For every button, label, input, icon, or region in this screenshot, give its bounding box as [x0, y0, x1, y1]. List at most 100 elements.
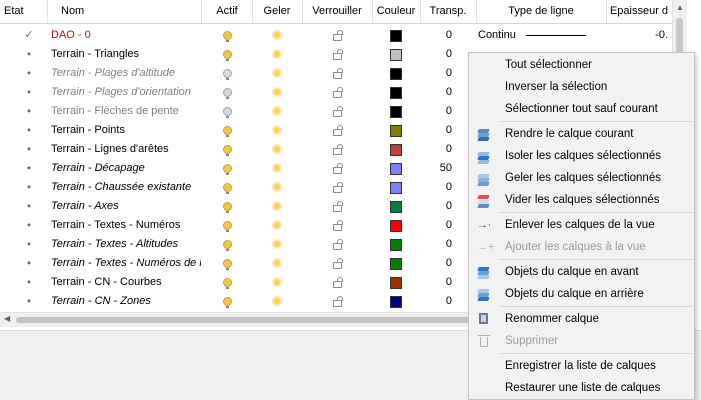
freeze-toggle[interactable] [252, 159, 302, 178]
active-toggle[interactable] [202, 140, 252, 159]
active-toggle[interactable] [202, 178, 252, 197]
color-cell[interactable] [372, 26, 420, 45]
active-toggle[interactable] [202, 83, 252, 102]
freeze-toggle[interactable] [252, 45, 302, 64]
freeze-toggle[interactable] [252, 235, 302, 254]
transparency-value[interactable]: 0 [420, 178, 470, 197]
freeze-toggle[interactable] [252, 216, 302, 235]
active-toggle[interactable] [202, 102, 252, 121]
menu-item-rename[interactable]: Renommer calque [469, 308, 694, 330]
layer-name[interactable]: Terrain - Flèches de pente [51, 102, 201, 121]
color-cell[interactable] [372, 292, 420, 311]
layer-name[interactable]: DAO - 0 [51, 26, 201, 45]
menu-item-bring-forward[interactable]: Objets du calque en avant [469, 261, 694, 283]
freeze-toggle[interactable] [252, 83, 302, 102]
active-toggle[interactable] [202, 254, 252, 273]
column-header-actif[interactable]: Actif [202, 0, 253, 23]
lock-toggle[interactable] [302, 292, 372, 311]
freeze-toggle[interactable] [252, 102, 302, 121]
scroll-up-arrow-icon[interactable]: ▲ [676, 3, 684, 12]
lock-toggle[interactable] [302, 178, 372, 197]
freeze-toggle[interactable] [252, 197, 302, 216]
lock-toggle[interactable] [302, 121, 372, 140]
menu-item-empty[interactable]: Vider les calques sélectionnés [469, 189, 694, 211]
column-header-transp[interactable]: Transp. [420, 0, 477, 23]
lock-toggle[interactable] [302, 254, 372, 273]
color-cell[interactable] [372, 45, 420, 64]
freeze-toggle[interactable] [252, 140, 302, 159]
transparency-value[interactable]: 0 [420, 292, 470, 311]
active-toggle[interactable] [202, 121, 252, 140]
active-toggle[interactable] [202, 197, 252, 216]
freeze-toggle[interactable] [252, 178, 302, 197]
layer-name[interactable]: Terrain - Textes - Altitudes [51, 235, 201, 254]
column-header-geler[interactable]: Geler [252, 0, 303, 23]
layer-name[interactable]: Terrain - Axes [51, 197, 201, 216]
color-cell[interactable] [372, 159, 420, 178]
layer-name[interactable]: Terrain - Chaussée existante [51, 178, 201, 197]
menu-item-restore-list[interactable]: Restaurer une liste de calques [469, 377, 694, 399]
column-header-couleur[interactable]: Couleur [372, 0, 421, 23]
lock-toggle[interactable] [302, 83, 372, 102]
transparency-value[interactable]: 0 [420, 197, 470, 216]
color-cell[interactable] [372, 83, 420, 102]
menu-item-freeze[interactable]: Geler les calques sélectionnés [469, 167, 694, 189]
lock-toggle[interactable] [302, 273, 372, 292]
active-toggle[interactable] [202, 216, 252, 235]
active-toggle[interactable] [202, 273, 252, 292]
transparency-value[interactable]: 0 [420, 121, 470, 140]
color-cell[interactable] [372, 121, 420, 140]
transparency-value[interactable]: 0 [420, 254, 470, 273]
table-row[interactable]: ✓ DAO - 0 0 Continu -0. [0, 26, 672, 45]
menu-item-select-all-but-current[interactable]: Sélectionner tout sauf courant [469, 98, 694, 120]
layer-name[interactable]: Terrain - Lignes d'arêtes [51, 140, 201, 159]
transparency-value[interactable]: 0 [420, 235, 470, 254]
column-header-etat[interactable]: Etat [0, 0, 48, 23]
transparency-value[interactable]: 0 [420, 26, 470, 45]
active-toggle[interactable] [202, 64, 252, 83]
lock-toggle[interactable] [302, 64, 372, 83]
transparency-value[interactable]: 0 [420, 273, 470, 292]
freeze-toggle[interactable] [252, 254, 302, 273]
color-cell[interactable] [372, 235, 420, 254]
color-cell[interactable] [372, 140, 420, 159]
active-toggle[interactable] [202, 26, 252, 45]
transparency-value[interactable]: 0 [420, 83, 470, 102]
lock-toggle[interactable] [302, 45, 372, 64]
freeze-toggle[interactable] [252, 64, 302, 83]
color-cell[interactable] [372, 197, 420, 216]
layer-name[interactable]: Terrain - Triangles [51, 45, 201, 64]
lock-toggle[interactable] [302, 140, 372, 159]
layer-name[interactable]: Terrain - Textes - Numéros [51, 216, 201, 235]
transparency-value[interactable]: 0 [420, 45, 470, 64]
linetype-cell[interactable]: Continu [478, 26, 608, 45]
menu-item-add-to-view[interactable]: →+ Ajouter les calques à la vue [469, 236, 694, 258]
menu-item-delete[interactable]: Supprimer [469, 330, 694, 352]
color-cell[interactable] [372, 216, 420, 235]
menu-item-isolate[interactable]: Isoler les calques sélectionnés [469, 145, 694, 167]
column-header-nom[interactable]: Nom [48, 0, 202, 23]
menu-item-remove-from-view[interactable]: →∙ Enlever les calques de la vue [469, 214, 694, 236]
transparency-value[interactable]: 0 [420, 140, 470, 159]
freeze-toggle[interactable] [252, 26, 302, 45]
freeze-toggle[interactable] [252, 292, 302, 311]
freeze-toggle[interactable] [252, 121, 302, 140]
transparency-value[interactable]: 50 [420, 159, 470, 178]
active-toggle[interactable] [202, 159, 252, 178]
menu-item-make-current[interactable]: Rendre le calque courant [469, 123, 694, 145]
layer-name[interactable]: Terrain - Plages d'orientation [51, 83, 201, 102]
layer-name[interactable]: Terrain - CN - Courbes [51, 273, 201, 292]
color-cell[interactable] [372, 273, 420, 292]
color-cell[interactable] [372, 102, 420, 121]
lock-toggle[interactable] [302, 159, 372, 178]
lock-toggle[interactable] [302, 26, 372, 45]
lock-toggle[interactable] [302, 197, 372, 216]
column-header-epaisseur[interactable]: Epaisseur d [606, 0, 672, 23]
color-cell[interactable] [372, 178, 420, 197]
horizontal-scroll-thumb[interactable] [16, 317, 486, 323]
layer-name[interactable]: Terrain - CN - Zones [51, 292, 201, 311]
column-header-type-ligne[interactable]: Type de ligne [476, 0, 607, 23]
menu-item-invert-selection[interactable]: Inverser la sélection [469, 76, 694, 98]
layer-name[interactable]: Terrain - Plages d'altitude [51, 64, 201, 83]
column-header-verrouiller[interactable]: Verrouiller [302, 0, 373, 23]
